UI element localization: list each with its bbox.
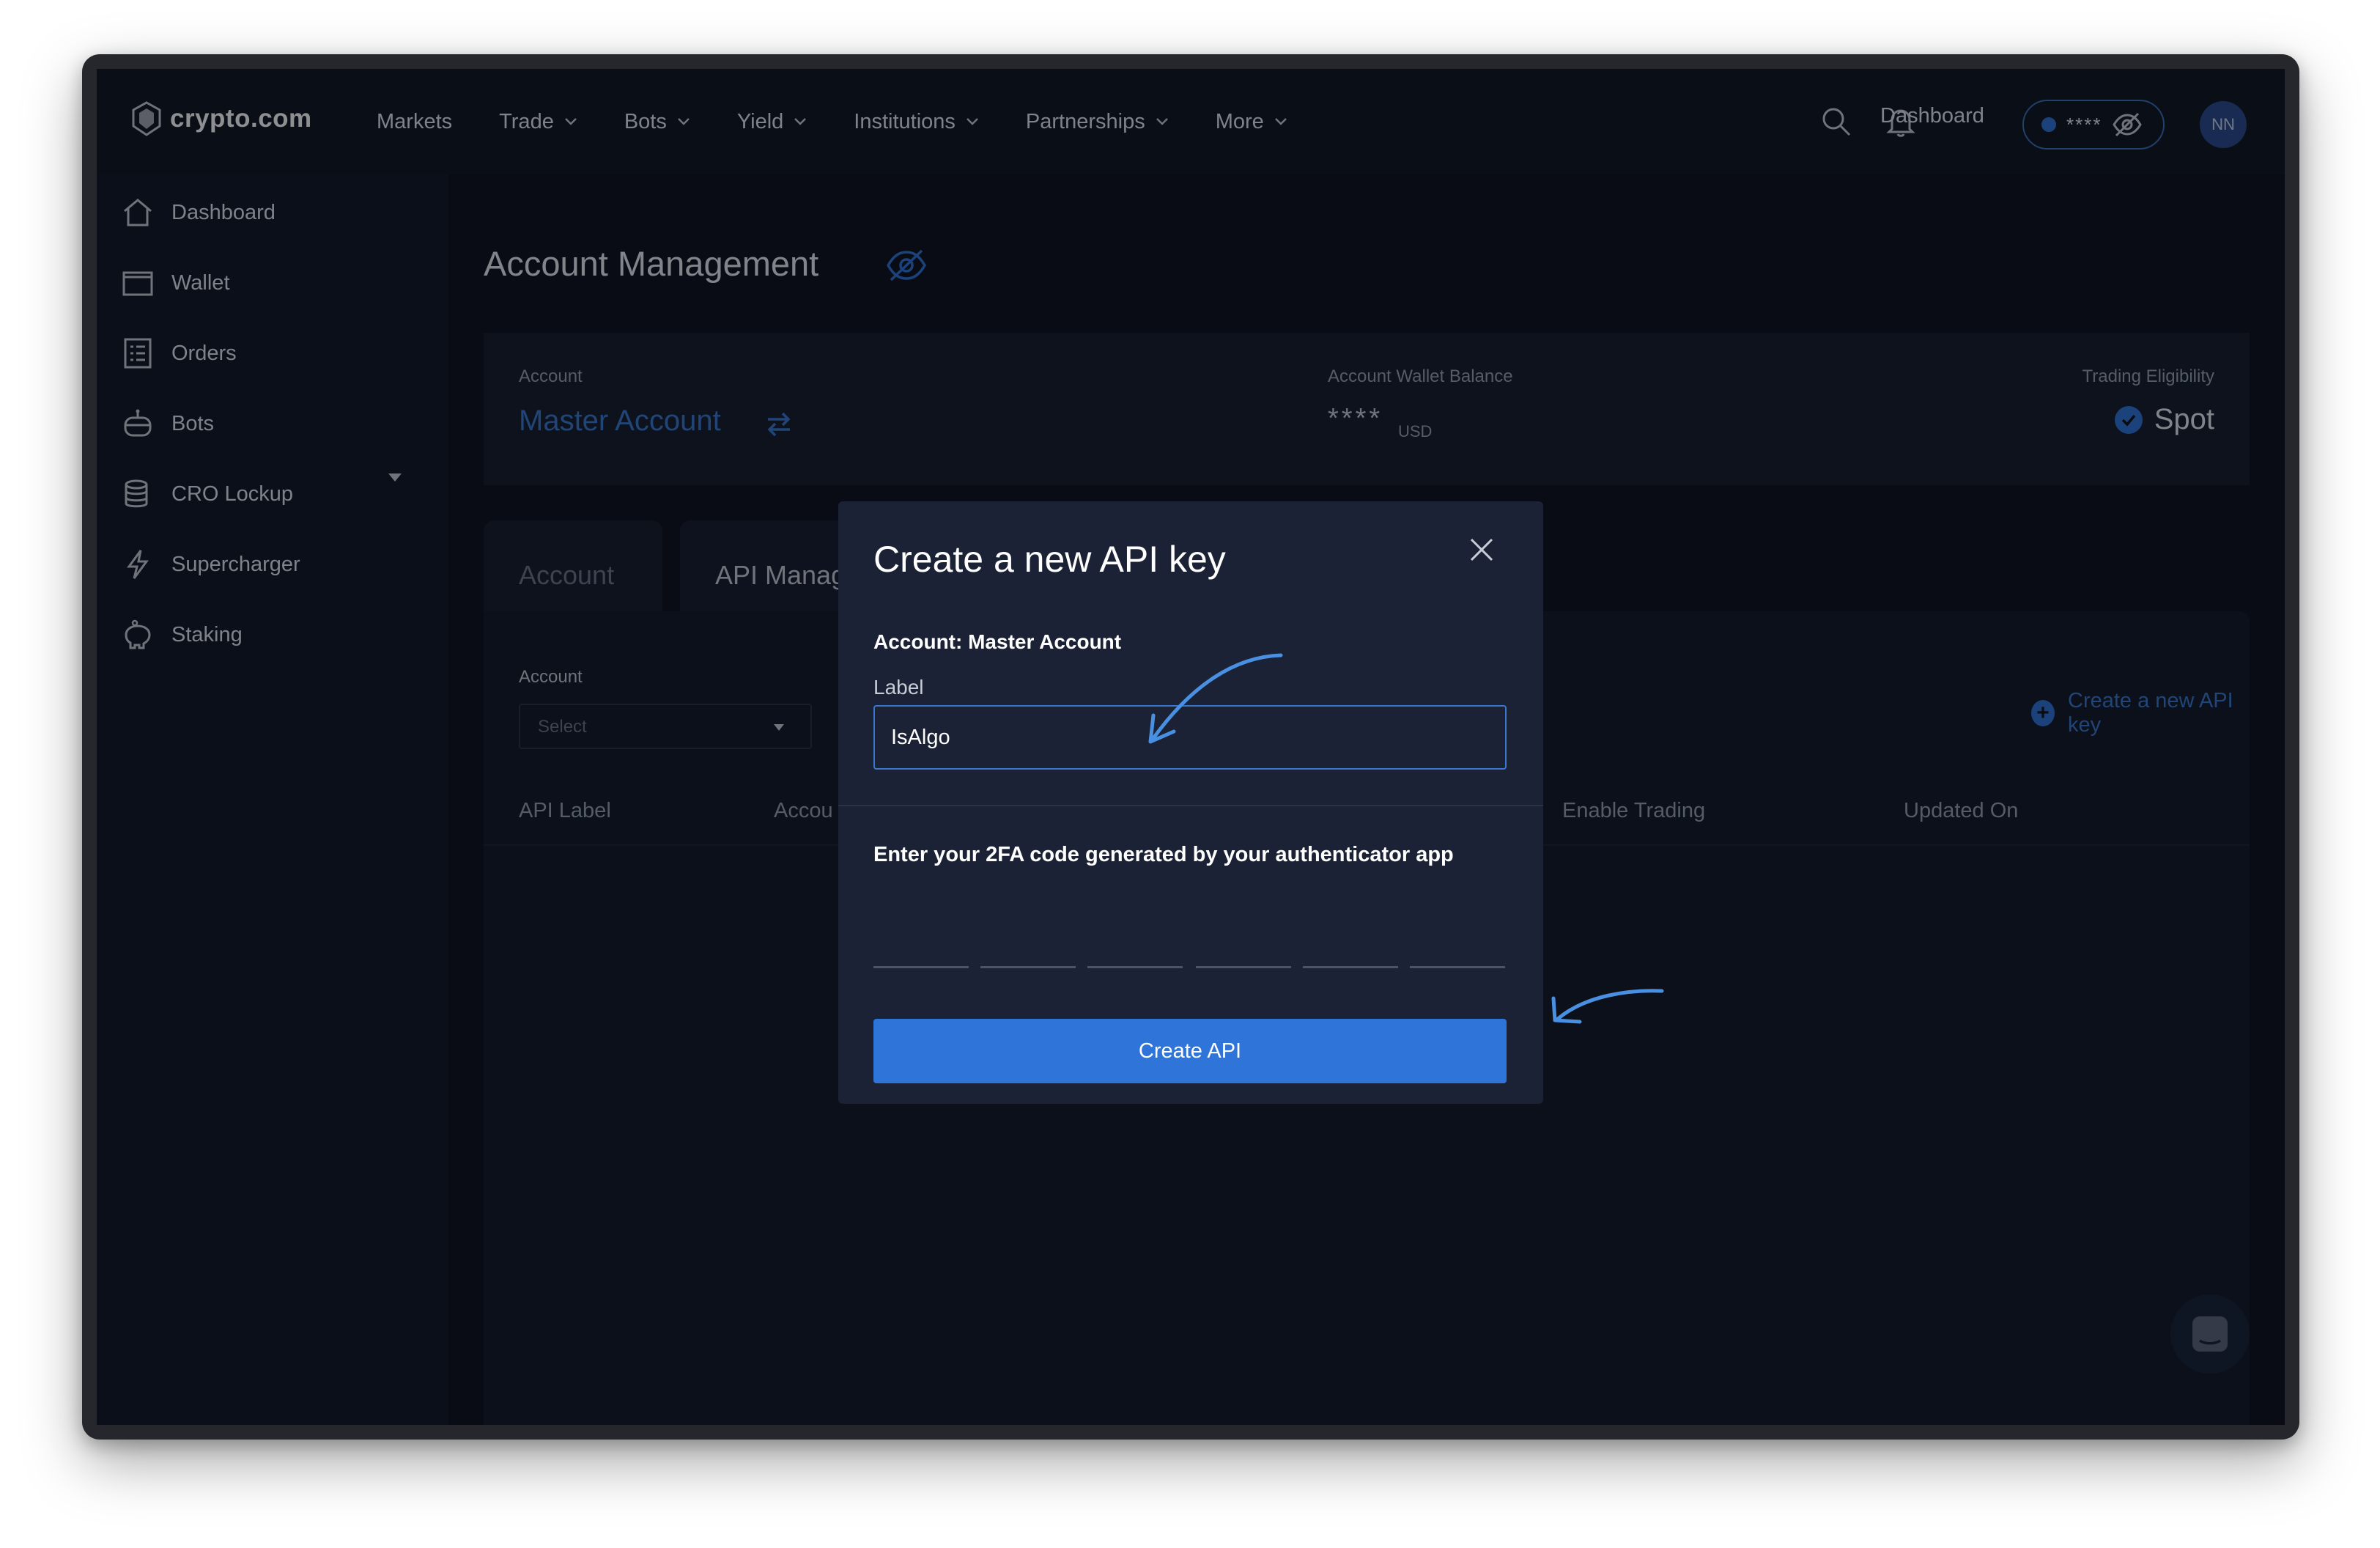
label-field-label: Label [873, 676, 924, 699]
close-icon[interactable] [1466, 534, 1498, 566]
otp-digit-field[interactable] [1303, 966, 1398, 968]
app-screen: crypto.com Markets Trade Bots Yield Inst… [97, 69, 2285, 1425]
create-api-button-label: Create API [1138, 1039, 1242, 1063]
modal-title: Create a new API key [873, 539, 1226, 580]
otp-digit-field[interactable] [1410, 966, 1505, 968]
otp-digit-field[interactable] [1087, 966, 1183, 968]
tfa-instruction: Enter your 2FA code generated by your au… [873, 843, 1454, 866]
otp-digit-field[interactable] [1196, 966, 1291, 968]
api-label-input[interactable]: IsAlgo [873, 705, 1507, 770]
create-api-button[interactable]: Create API [873, 1019, 1507, 1083]
api-label-value: IsAlgo [891, 725, 950, 749]
modal-divider [838, 805, 1543, 806]
modal-account-line: Account: Master Account [873, 630, 1122, 653]
otp-digit-field[interactable] [980, 966, 1076, 968]
device-frame: crypto.com Markets Trade Bots Yield Inst… [82, 54, 2299, 1440]
create-api-key-modal: Create a new API key Account: Master Acc… [838, 501, 1543, 1104]
otp-digit-field[interactable] [873, 966, 969, 968]
